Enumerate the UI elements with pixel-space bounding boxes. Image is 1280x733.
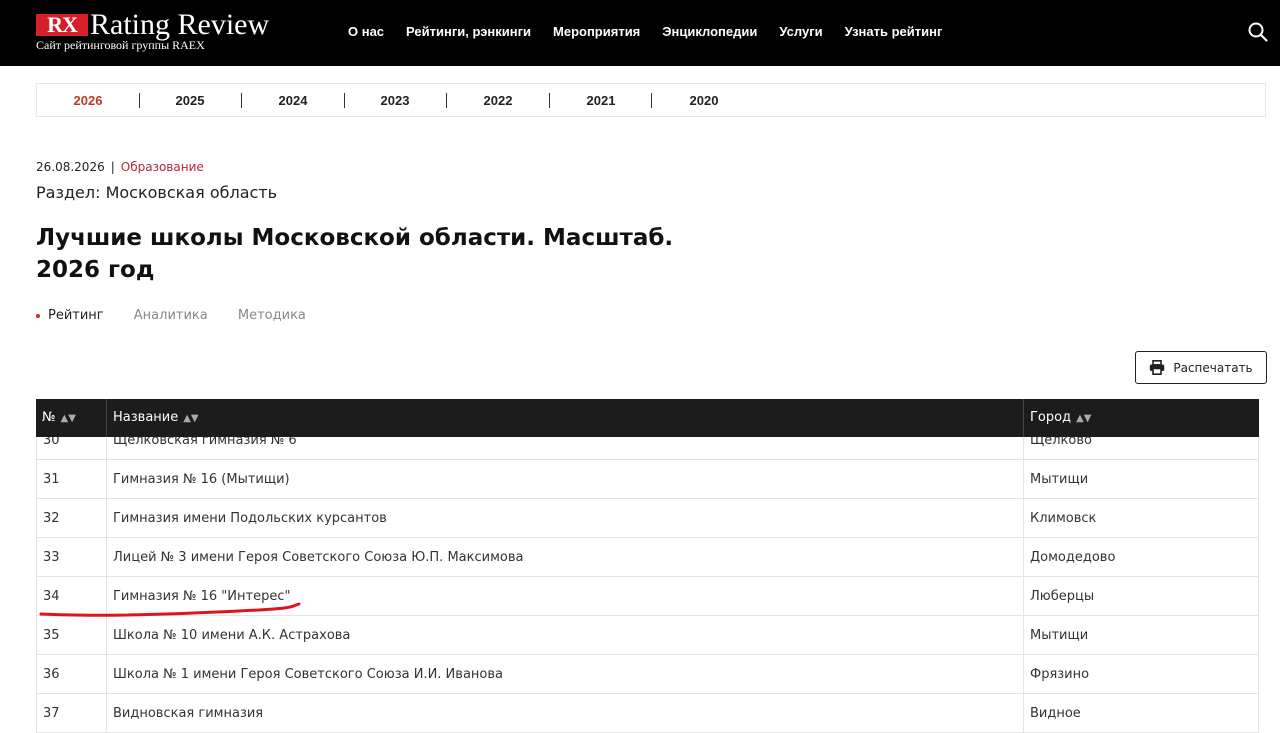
page-title-line-1: Лучшие школы Московской области. Масштаб…: [36, 225, 674, 251]
search-icon[interactable]: [1246, 20, 1270, 44]
tab-year-2021[interactable]: 2021: [550, 84, 652, 118]
main-nav: О нас Рейтинги, рэнкинги Мероприятия Энц…: [348, 0, 964, 62]
print-button[interactable]: Распечатать: [1135, 351, 1267, 384]
cell-number: 33: [36, 538, 107, 577]
site-logo[interactable]: RX Rating Review Сайт рейтинговой группы…: [36, 8, 336, 58]
cell-number: 37: [36, 694, 107, 733]
column-header-city-label: Город: [1030, 410, 1072, 425]
sort-icon: ▲▼: [183, 413, 199, 424]
cell-city: Фрязино: [1024, 655, 1259, 694]
tab-divider: [651, 93, 652, 108]
column-header-number-label: №: [42, 410, 56, 425]
tab-analytics[interactable]: Аналитика: [134, 308, 208, 323]
tab-rating-label: Рейтинг: [48, 308, 104, 323]
tab-year-2024[interactable]: 2024: [242, 84, 344, 118]
cell-city: Климовск: [1024, 499, 1259, 538]
content-tabs: Рейтинг Аналитика Методика: [36, 308, 332, 323]
tab-year-2022[interactable]: 2022: [447, 84, 549, 118]
cell-name: Школа № 10 имени А.К. Астрахова: [107, 616, 1024, 655]
year-tabs: 2026 2025 2024 2023 2022 2021 2020: [36, 83, 1266, 117]
cell-city: Мытищи: [1024, 616, 1259, 655]
table-row: 34 Гимназия № 16 "Интерес" Люберцы: [36, 577, 1259, 616]
nav-item-ratings[interactable]: Рейтинги, рэнкинги: [406, 24, 531, 39]
nav-item-about[interactable]: О нас: [348, 24, 384, 39]
tab-methodology[interactable]: Методика: [238, 308, 306, 323]
tab-year-2026[interactable]: 2026: [37, 84, 139, 118]
logo-subtitle: Сайт рейтинговой группы RAEX: [36, 38, 205, 52]
column-header-name[interactable]: Название ▲▼: [107, 399, 1024, 437]
nav-item-services[interactable]: Услуги: [779, 24, 822, 39]
cell-city: Мытищи: [1024, 460, 1259, 499]
cell-number: 34: [36, 577, 107, 616]
nav-item-encyclopedias[interactable]: Энциклопедии: [662, 24, 757, 39]
table-row: 31 Гимназия № 16 (Мытищи) Мытищи: [36, 460, 1259, 499]
section-label: Раздел: Московская область: [36, 183, 278, 202]
category-link[interactable]: Образование: [121, 160, 204, 174]
cell-number: 35: [36, 616, 107, 655]
table-row: 36 Школа № 1 имени Героя Советского Союз…: [36, 655, 1259, 694]
active-dot-icon: [36, 313, 40, 318]
cell-name: Гимназия № 16 "Интерес": [107, 577, 1024, 616]
article-date: 26.08.2026: [36, 160, 105, 174]
article-meta: 26.08.2026 | Образование: [36, 160, 204, 174]
sort-icon: ▲▼: [60, 413, 76, 424]
cell-name: Гимназия имени Подольских курсантов: [107, 499, 1024, 538]
cell-city: Домодедово: [1024, 538, 1259, 577]
table-header: № ▲▼ Название ▲▼ Город ▲▼: [36, 399, 1259, 437]
cell-name: Лицей № 3 имени Героя Советского Союза Ю…: [107, 538, 1024, 577]
meta-divider: |: [110, 160, 115, 174]
column-header-number[interactable]: № ▲▼: [36, 399, 107, 437]
nav-item-events[interactable]: Мероприятия: [553, 24, 640, 39]
cell-number: 36: [36, 655, 107, 694]
tab-year-2023[interactable]: 2023: [344, 84, 446, 118]
cell-number: 32: [36, 499, 107, 538]
table-row: 33 Лицей № 3 имени Героя Советского Союз…: [36, 538, 1259, 577]
cell-name: Школа № 1 имени Героя Советского Союза И…: [107, 655, 1024, 694]
nav-item-find-rating[interactable]: Узнать рейтинг: [845, 24, 943, 39]
column-header-city[interactable]: Город ▲▼: [1024, 399, 1259, 437]
cell-city: Видное: [1024, 694, 1259, 733]
printer-icon: [1150, 360, 1165, 375]
cell-name: Гимназия № 16 (Мытищи): [107, 460, 1024, 499]
table-row: 35 Школа № 10 имени А.К. Астрахова Мытищ…: [36, 616, 1259, 655]
tab-rating[interactable]: Рейтинг: [36, 308, 104, 323]
page-title-line-2: 2026 год: [36, 257, 155, 283]
table-row: 32 Гимназия имени Подольских курсантов К…: [36, 499, 1259, 538]
site-header: RX Rating Review Сайт рейтинговой группы…: [0, 0, 1280, 66]
cell-city: Люберцы: [1024, 577, 1259, 616]
column-header-name-label: Название: [113, 410, 179, 425]
tab-year-2020[interactable]: 2020: [653, 84, 755, 118]
logo-mark: RX: [36, 14, 88, 36]
logo-title: Rating Review: [90, 8, 270, 41]
cell-name: Видновская гимназия: [107, 694, 1024, 733]
page-title: Лучшие школы Московской области. Масштаб…: [36, 222, 676, 286]
table-row: 37 Видновская гимназия Видное: [36, 694, 1259, 733]
print-button-label: Распечатать: [1173, 360, 1253, 375]
cell-number: 31: [36, 460, 107, 499]
sort-icon: ▲▼: [1076, 413, 1092, 424]
tab-year-2025[interactable]: 2025: [139, 84, 241, 118]
